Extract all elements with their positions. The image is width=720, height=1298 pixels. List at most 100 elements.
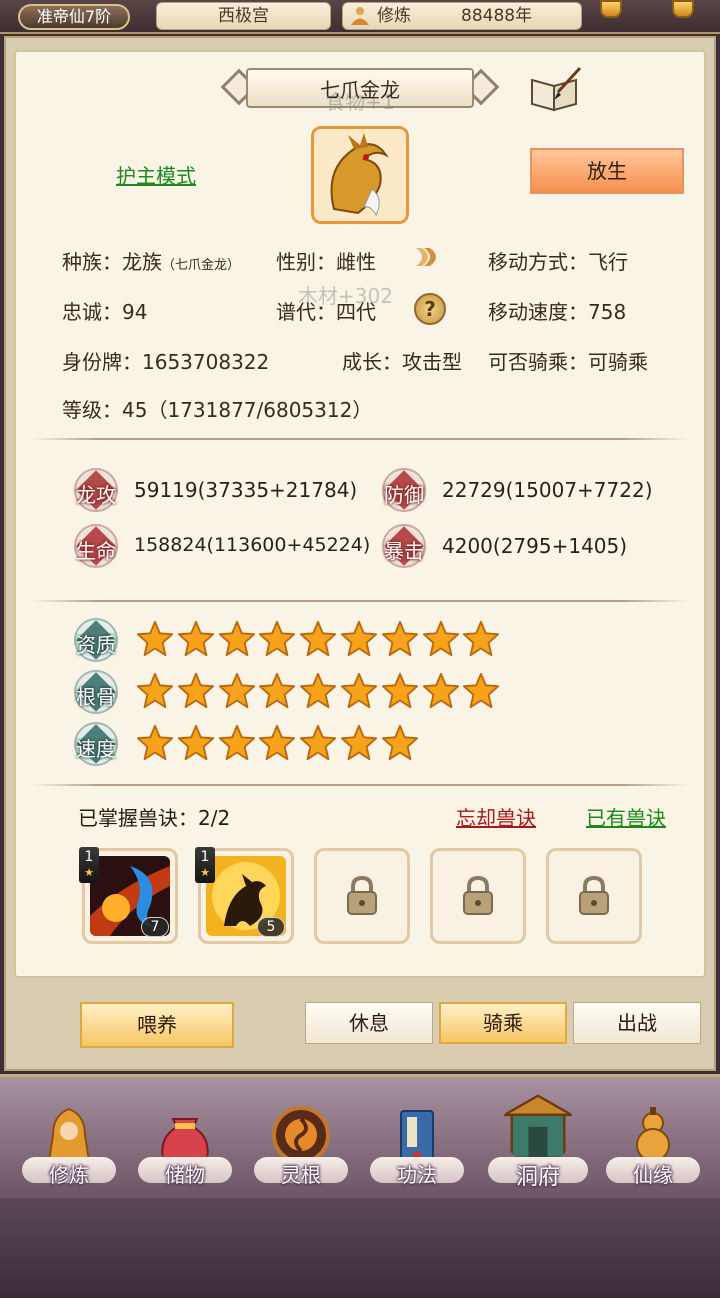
star-icon xyxy=(177,620,214,657)
lantern-icon xyxy=(600,0,622,18)
pet-name: 七爪金龙 xyxy=(320,78,400,102)
crit-badge: 暴击 xyxy=(382,524,426,568)
star-icon: ★ xyxy=(200,866,210,879)
skill-slot[interactable]: 1 ★ 7 xyxy=(79,847,178,944)
rank-badge[interactable]: 准帝仙7阶 xyxy=(18,4,130,30)
ride-button[interactable]: 骑乘 xyxy=(439,1002,567,1044)
speed-badge: 速度 xyxy=(74,722,118,766)
bottom-navigation: 修炼 储物 灵根 功法 洞府 仙缘 xyxy=(0,1074,720,1198)
star-icon xyxy=(259,672,296,709)
release-button[interactable]: 放生 xyxy=(530,148,684,194)
handbook-icon[interactable] xyxy=(528,66,582,112)
lantern-icon xyxy=(672,0,694,18)
star-icon xyxy=(259,620,296,657)
forget-skill-link[interactable]: 忘却兽诀 xyxy=(456,802,536,831)
divider xyxy=(32,784,688,786)
star-icon xyxy=(300,672,337,709)
skill-count: 7 xyxy=(141,917,169,937)
skill-level: 1 xyxy=(84,849,94,865)
nav-technique[interactable]: 功法 xyxy=(362,1077,472,1201)
star-icon xyxy=(463,672,500,709)
star-icon xyxy=(340,724,378,761)
star-icon xyxy=(218,724,255,761)
nav-label: 仙缘 xyxy=(633,1163,673,1187)
cultivation-status[interactable]: 修炼 88488年 xyxy=(342,2,582,30)
bone-stars xyxy=(136,672,516,712)
hp-label: 生命 xyxy=(76,539,116,563)
help-icon[interactable]: ? xyxy=(414,293,446,325)
battle-button[interactable]: 出战 xyxy=(573,1002,701,1044)
move-type-info: 移动方式：飞行 xyxy=(488,250,628,274)
star-icon xyxy=(422,620,459,657)
crit-label: 暴击 xyxy=(384,539,424,563)
star-icon xyxy=(177,672,214,709)
star-icon xyxy=(422,672,459,709)
generation-info: 谱代：四代 xyxy=(276,300,376,324)
skill-count: 5 xyxy=(257,917,285,937)
star-icon xyxy=(381,620,418,657)
defense-badge: 防御 xyxy=(382,468,426,512)
defense-value: 22729(15007+7722) xyxy=(442,478,653,502)
nav-cave-mansion[interactable]: 洞府 xyxy=(478,1077,598,1201)
cultivation-label: 修炼 xyxy=(377,6,411,26)
star-icon xyxy=(340,620,378,657)
divider xyxy=(32,438,688,440)
nav-fate[interactable]: 仙缘 xyxy=(598,1077,714,1201)
crit-value: 4200(2795+1405) xyxy=(442,534,628,558)
skill-slot[interactable]: 1 ★ 5 xyxy=(195,847,294,944)
star-icon xyxy=(136,672,174,709)
lock-icon xyxy=(347,875,377,915)
nav-storage[interactable]: 储物 xyxy=(130,1077,240,1201)
bone-badge: 根骨 xyxy=(74,670,118,714)
growth-info: 成长：攻击型 xyxy=(342,350,462,374)
nav-spirit-root[interactable]: 灵根 xyxy=(246,1077,356,1201)
star-icon xyxy=(463,620,500,657)
lock-icon xyxy=(579,875,609,915)
pet-name-plate: 食物+1 七爪金龙 xyxy=(218,64,502,114)
locked-skill-slot[interactable] xyxy=(546,848,642,944)
location-label[interactable]: 西极宫 xyxy=(156,2,331,30)
aptitude-stars xyxy=(136,620,516,660)
star-icon xyxy=(218,620,255,657)
divider xyxy=(32,600,688,602)
attack-value: 59119(37335+21784) xyxy=(134,478,358,502)
star-icon xyxy=(177,724,214,761)
nav-label: 洞府 xyxy=(515,1165,560,1190)
speed-stars xyxy=(136,724,516,764)
nav-cultivate[interactable]: 修炼 xyxy=(14,1077,124,1201)
aptitude-label: 资质 xyxy=(76,633,116,657)
rest-button[interactable]: 休息 xyxy=(305,1002,433,1044)
locked-skill-slot[interactable] xyxy=(314,848,410,944)
star-icon xyxy=(340,672,378,709)
move-speed-info: 移动速度：758 xyxy=(488,300,627,324)
nav-label: 储物 xyxy=(165,1163,205,1187)
owned-skills-link[interactable]: 已有兽诀 xyxy=(586,802,666,831)
guard-mode-link[interactable]: 护主模式 xyxy=(116,160,196,189)
pet-portrait[interactable] xyxy=(311,126,409,224)
star-icon xyxy=(381,672,418,709)
locked-skill-slot[interactable] xyxy=(430,848,526,944)
nav-label: 功法 xyxy=(397,1163,437,1187)
star-icon xyxy=(136,724,174,761)
bone-label: 根骨 xyxy=(76,685,116,709)
star-icon xyxy=(300,724,337,761)
skill-level-badge: 1 ★ xyxy=(79,847,99,883)
race-info: 种族：龙族（七爪金龙） xyxy=(62,246,240,275)
change-arrow-icon[interactable] xyxy=(412,242,444,272)
feed-button[interactable]: 喂养 xyxy=(80,1002,234,1048)
skill-level: 1 xyxy=(200,849,210,865)
cave-mansion-icon xyxy=(502,1094,574,1160)
hp-value: 158824(113600+45224) xyxy=(134,534,371,556)
golden-dragon-portrait-icon xyxy=(314,129,406,221)
top-status-bar: 准帝仙7阶 西极宫 修炼 88488年 xyxy=(0,0,720,34)
attack-badge: 龙攻 xyxy=(74,468,118,512)
star-icon xyxy=(218,672,255,709)
loyalty-info: 忠诚：94 xyxy=(62,300,148,324)
star-icon xyxy=(381,724,418,761)
aptitude-badge: 资质 xyxy=(74,618,118,662)
skill-level-badge: 1 ★ xyxy=(195,847,215,883)
mastered-skills-label: 已掌握兽诀：2/2 xyxy=(78,806,231,830)
nav-label: 修炼 xyxy=(49,1163,89,1187)
star-icon xyxy=(300,620,337,657)
gender-info: 性别：雌性 xyxy=(276,250,376,274)
